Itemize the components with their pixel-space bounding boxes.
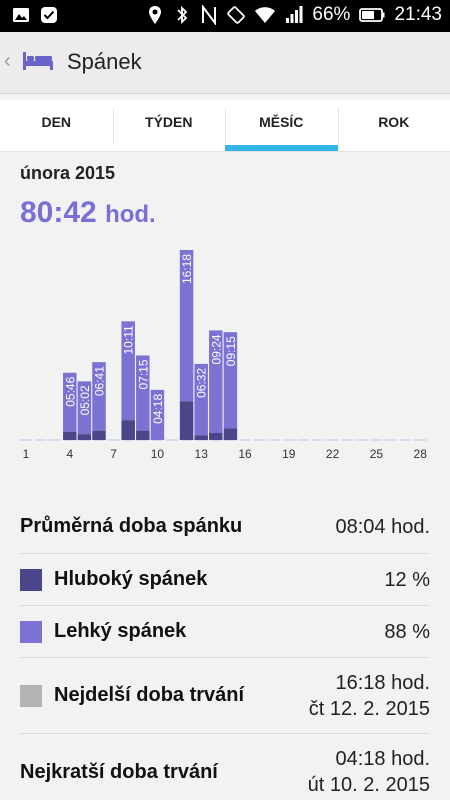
stat-shortest-value-wrap: 04:18 hod. út 10. 2. 2015 bbox=[308, 746, 430, 798]
tab-rok[interactable]: ROK bbox=[337, 100, 450, 151]
bar-label-day-9: 07:15 bbox=[136, 359, 150, 389]
stat-shortest-date: út 10. 2. 2015 bbox=[307, 774, 430, 796]
stat-longest-value: 16:18 hod. bbox=[335, 671, 430, 694]
battery-icon bbox=[359, 8, 385, 22]
stat-light-label: Lehký spánek bbox=[54, 620, 187, 642]
x-tick-19: 19 bbox=[282, 447, 296, 461]
bar-label-day-14: 09:24 bbox=[209, 334, 223, 364]
total-sleep: 80:42 hod. bbox=[20, 196, 156, 230]
stat-shortest-value: 04:18 hod. bbox=[335, 748, 430, 770]
stat-longest-date: čt 12. 2. 2015 bbox=[308, 697, 430, 720]
stat-deep-value: 12 % bbox=[384, 568, 430, 591]
x-tick-16: 16 bbox=[238, 447, 252, 461]
chevron-left-icon[interactable]: ‹ bbox=[4, 50, 11, 73]
bar-deep-day-5[interactable] bbox=[77, 434, 92, 440]
light-sleep-swatch bbox=[20, 620, 42, 643]
month-label: února 2015 bbox=[20, 163, 116, 183]
stat-longest-value-wrap: 16:18 hod. čt 12. 2. 2015 bbox=[309, 670, 430, 722]
stat-deep-label: Hluboký spánek bbox=[54, 568, 208, 590]
wifi-icon bbox=[255, 7, 276, 23]
x-tick-28: 28 bbox=[414, 447, 428, 461]
image-icon bbox=[13, 8, 29, 22]
tab-tyden[interactable]: TÝDEN bbox=[112, 100, 226, 151]
stat-average-value: 08:04 hod. bbox=[335, 515, 430, 538]
period-tabs: DEN TÝDEN MĚSÍC ROK bbox=[0, 100, 450, 152]
clock: 21:43 bbox=[394, 4, 442, 25]
action-bar: ‹ Spánek bbox=[0, 32, 450, 94]
status-bar: 66% 21:43 bbox=[0, 0, 450, 32]
total-sleep-value: 80:42 bbox=[20, 196, 97, 229]
nfc-icon bbox=[202, 5, 217, 25]
stat-average-label: Průměrná doba spánku bbox=[20, 515, 243, 537]
bar-deep-day-8[interactable] bbox=[121, 420, 135, 440]
bar-label-day-5: 05:02 bbox=[78, 385, 92, 415]
x-tick-10: 10 bbox=[151, 447, 165, 461]
stat-shortest-label: Nejkratší doba trvání bbox=[20, 760, 218, 783]
deep-sleep-swatch bbox=[20, 568, 42, 591]
bluetooth-icon bbox=[177, 5, 188, 25]
tab-mesic[interactable]: MĚSÍC bbox=[225, 100, 338, 151]
rotate-icon bbox=[227, 6, 246, 24]
stat-deep-label-wrap: Hluboký spánek bbox=[20, 568, 207, 591]
tab-den[interactable]: DEN bbox=[0, 100, 113, 151]
stat-shortest: Nejkratší doba trvání 04:18 hod. út 10. … bbox=[20, 734, 430, 800]
x-tick-4: 4 bbox=[66, 447, 73, 461]
x-tick-1: 1 bbox=[23, 447, 30, 461]
x-tick-7: 7 bbox=[110, 447, 117, 461]
bar-deep-day-4[interactable] bbox=[63, 431, 77, 440]
bar-deep-day-6[interactable] bbox=[92, 430, 106, 440]
bar-deep-day-9[interactable] bbox=[136, 430, 150, 440]
sleep-chart: 05:46 05:0206:41 10:1107:1504:18 16:18 06:32… bbox=[20, 250, 428, 461]
bar-label-day-13: 06:32 bbox=[195, 368, 209, 398]
bed-icon[interactable] bbox=[22, 50, 54, 72]
bar-label-day-4: 05:46 bbox=[63, 376, 77, 406]
signal-icon bbox=[286, 6, 303, 23]
stat-average: Průměrná doba spánku 08:04 hod. bbox=[20, 500, 430, 554]
total-sleep-unit: hod. bbox=[105, 201, 156, 228]
battery-percent: 66% bbox=[312, 4, 351, 25]
duration-swatch bbox=[20, 684, 42, 707]
check-icon bbox=[41, 7, 57, 23]
location-icon bbox=[149, 6, 162, 24]
page-title: Spánek bbox=[67, 49, 142, 74]
bar-label-day-6: 06:41 bbox=[93, 366, 107, 396]
bar-deep-day-14[interactable] bbox=[209, 433, 223, 440]
x-tick-25: 25 bbox=[370, 447, 384, 461]
bar-label-day-12: 16:18 bbox=[180, 254, 194, 284]
stat-longest-label: Nejdelší doba trvání bbox=[54, 684, 245, 706]
x-tick-13: 13 bbox=[195, 447, 209, 461]
stat-longest: Nejdelší doba trvání 16:18 hod. čt 12. 2… bbox=[20, 658, 430, 734]
bar-label-day-10: 04:18 bbox=[151, 394, 165, 424]
stat-light: Lehký spánek 88 % bbox=[20, 606, 430, 658]
x-tick-22: 22 bbox=[326, 447, 340, 461]
stat-light-value: 88 % bbox=[384, 620, 430, 643]
bar-deep-day-13[interactable] bbox=[194, 435, 208, 440]
stat-light-label-wrap: Lehký spánek bbox=[20, 620, 186, 643]
bar-deep-day-15[interactable] bbox=[223, 428, 238, 440]
bar-label-day-8: 10:11 bbox=[122, 325, 136, 354]
stat-deep: Hluboký spánek 12 % bbox=[20, 554, 430, 606]
bar-label-day-15: 09:15 bbox=[224, 336, 238, 366]
stat-longest-label-wrap: Nejdelší doba trvání bbox=[20, 684, 244, 707]
stats-list: Průměrná doba spánku 08:04 hod. Hluboký … bbox=[0, 500, 450, 800]
bar-deep-day-12[interactable] bbox=[179, 401, 194, 440]
